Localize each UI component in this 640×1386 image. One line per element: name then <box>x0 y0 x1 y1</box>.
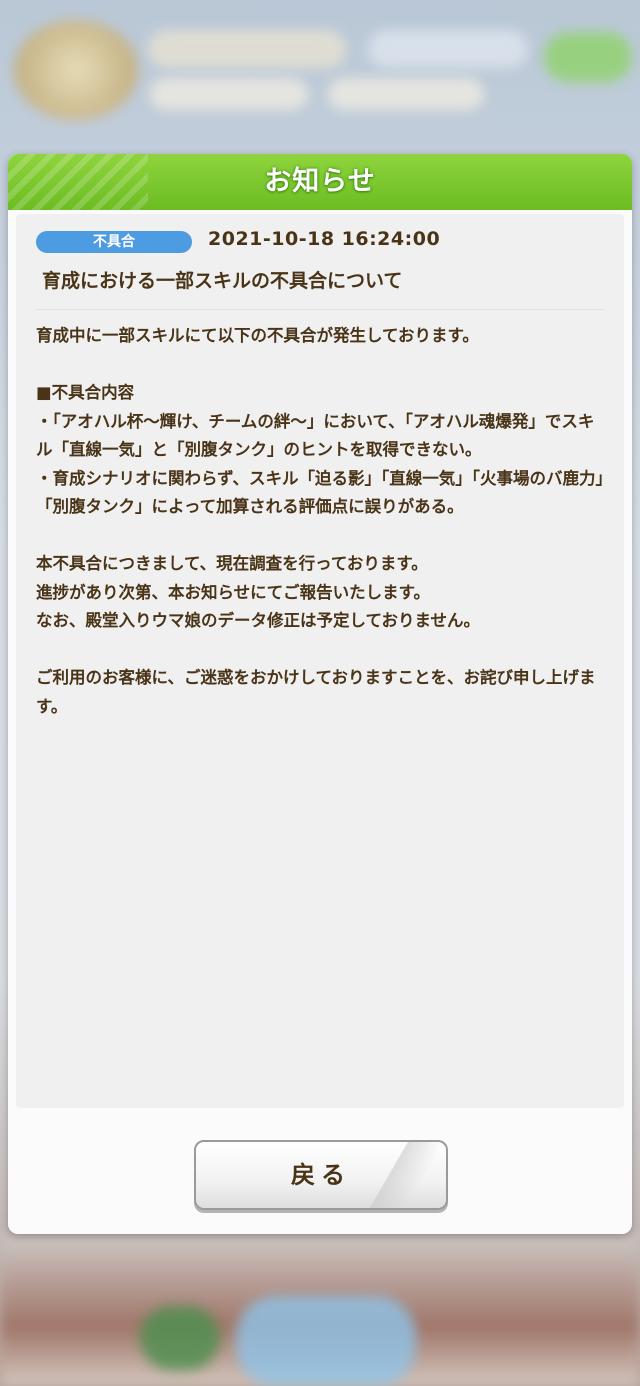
body-line: ■不具合内容 <box>36 383 135 402</box>
body-line: 進捗があり次第、本お知らせにてご報告いたします。 <box>36 582 431 602</box>
stamina-bar <box>148 30 346 68</box>
back-button[interactable]: 戻る <box>194 1140 448 1210</box>
divider <box>36 309 604 310</box>
notice-title: 育成における一部スキルの不具合について <box>42 270 403 292</box>
dialog-title: お知らせ <box>264 166 376 197</box>
dialog-header: お知らせ <box>8 154 632 210</box>
notice-dialog: お知らせ 不具合 2021-10-18 16:24:00 育成における一部スキル… <box>8 154 632 1234</box>
body-line: 育成中に一部スキルにて以下の不具合が発生しております。 <box>36 326 479 345</box>
body-line: ご利用のお客様に、ご迷惑をおかけしておりますことを、お詫び申し上げます。 <box>36 668 596 716</box>
story-nav-button <box>140 1306 220 1370</box>
body-line: ・「アオハル杯～輝け、チームの絆～」において、「アオハル魂爆発」でスキル「直線一… <box>36 411 595 460</box>
trainer-rank-badge <box>14 20 138 120</box>
body-line: ・育成シナリオに関わらず、スキル「迫る影」「直線一気」「火事場のバ鹿力」「別腹タ… <box>36 468 604 517</box>
body-line: 本不具合につきまして、現在調査を行っております。 <box>36 554 428 573</box>
jewel-bar <box>328 78 484 110</box>
category-badge: 不具合 <box>36 231 192 253</box>
notice-timestamp: 2021-10-18 16:24:00 <box>208 228 441 250</box>
money-bar <box>150 78 308 110</box>
home-nav-button <box>236 1296 416 1386</box>
notice-body: 育成中に一部スキルにて以下の不具合が発生しております。 ■不具合内容 ・「アオハ… <box>36 322 610 721</box>
back-button-label: 戻る <box>291 1161 351 1189</box>
green-button <box>544 32 632 82</box>
body-line: なお、殿堂入りウマ娘のデータ修正は予定しておりません。 <box>36 611 481 630</box>
ap-bar <box>368 30 528 68</box>
